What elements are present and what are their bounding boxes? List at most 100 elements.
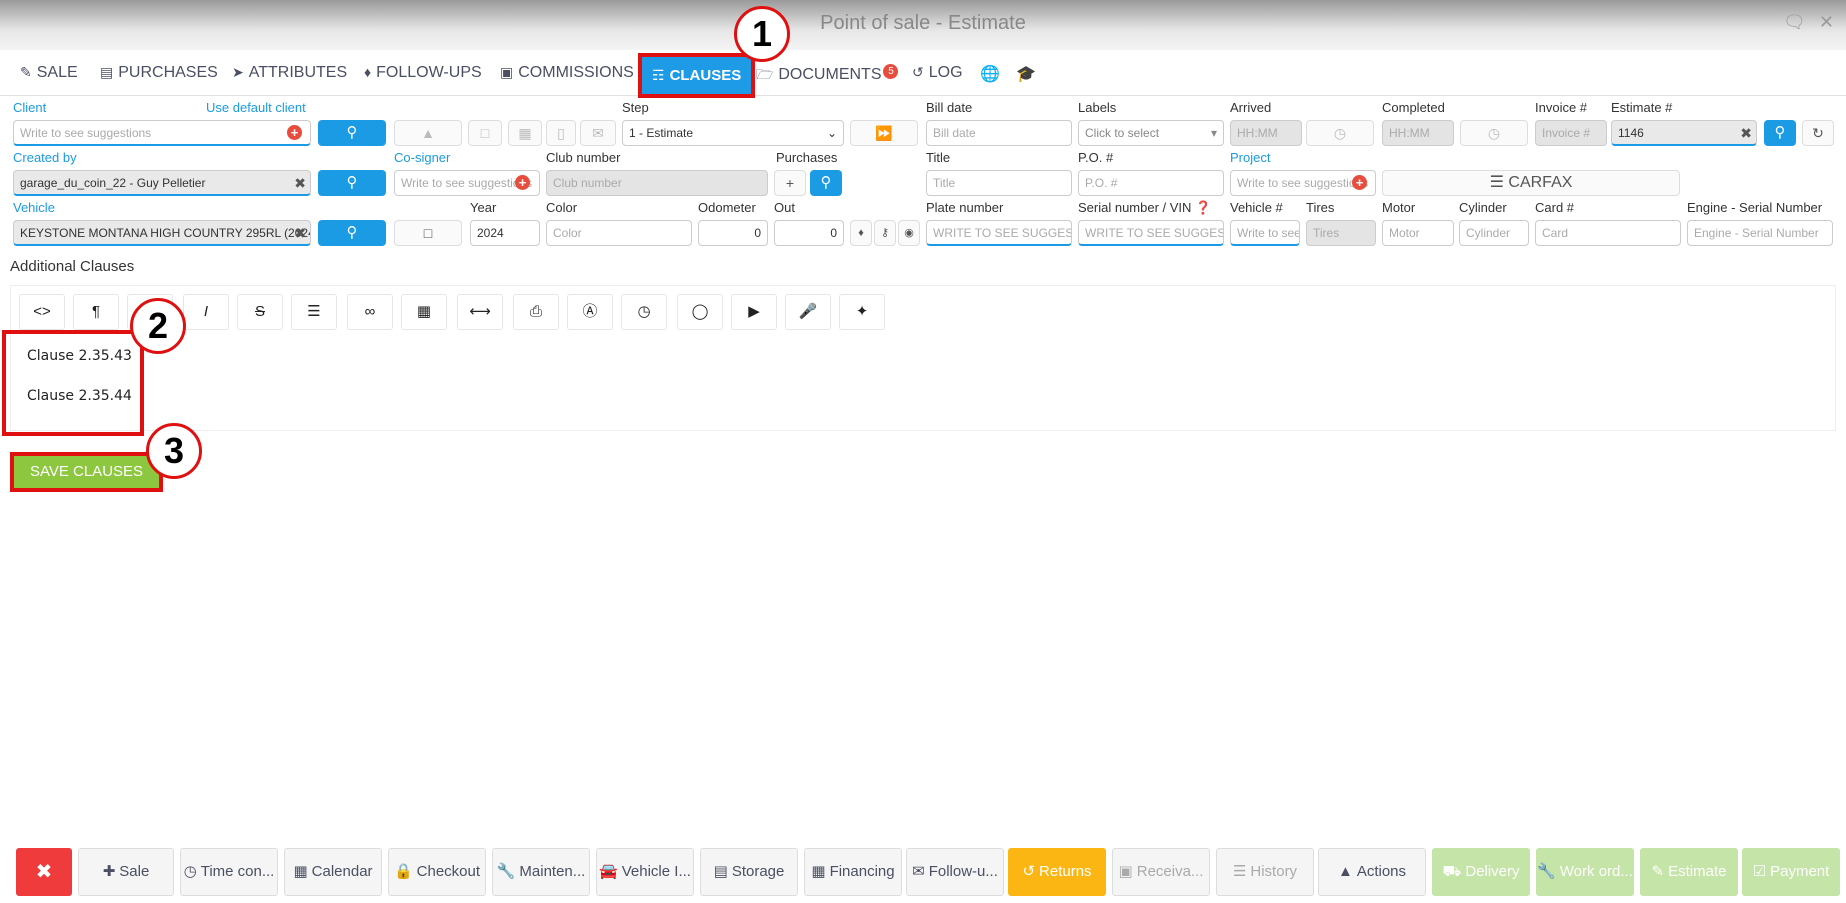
calendar-button[interactable]: ▦ Calendar	[284, 848, 382, 896]
payment-button[interactable]: ☑ Payment	[1742, 848, 1840, 896]
play-icon[interactable]: ▶	[731, 294, 777, 330]
arrived-input[interactable]: HH:MM	[1230, 120, 1302, 146]
step-select[interactable]: 1 - Estimate ⌄	[622, 120, 844, 146]
chat-icon[interactable]: 🗨	[1783, 12, 1806, 32]
checkout-button[interactable]: 🔒 Checkout	[388, 848, 486, 896]
sale-button[interactable]: ✚ Sale	[78, 848, 174, 896]
clauses-editor[interactable]: <> ¶ B I S ☰ ∞ ▦ ⟷ ⎙ Ⓐ ◷ ◯ ▶ 🎤 ✦ Clause …	[10, 285, 1836, 431]
comment-icon[interactable]: ◯	[677, 294, 723, 330]
client-input[interactable]: Write to see suggestions	[13, 120, 311, 146]
print-icon[interactable]: ⎙	[513, 294, 559, 330]
tag-icon[interactable]: ♦	[850, 220, 872, 246]
storage-button[interactable]: ▤ Storage	[700, 848, 798, 896]
add-cosigner-icon[interactable]: +	[515, 175, 530, 190]
magic-icon[interactable]: ✦	[839, 294, 885, 330]
key-icon[interactable]: ⚷	[874, 220, 896, 246]
completed-input[interactable]: HH:MM	[1382, 120, 1454, 146]
vehicle-no-input[interactable]: Write to see suggestions	[1230, 220, 1300, 246]
year-input[interactable]: 2024	[470, 220, 540, 246]
client-search-button[interactable]: ⚲	[318, 120, 386, 146]
refresh-icon[interactable]: ↻	[1802, 120, 1834, 146]
motor-input[interactable]: Motor	[1382, 220, 1454, 246]
vehicle-note-icon[interactable]: □	[394, 220, 462, 246]
graduation-cap-icon[interactable]: 🎓	[1016, 64, 1036, 84]
estimate-button[interactable]: ✎ Estimate	[1640, 848, 1738, 896]
arrived-clock-icon[interactable]: ◷	[1306, 120, 1374, 146]
eye-icon[interactable]: ◉	[898, 220, 920, 246]
invoice-input[interactable]: Invoice #	[1535, 120, 1607, 146]
labels-select[interactable]: Click to select ▾	[1078, 120, 1224, 146]
vehicle-input[interactable]: KEYSTONE MONTANA HIGH COUNTRY 295RL (202…	[13, 220, 311, 246]
tab-commissions[interactable]: ▣ COMMISSIONS	[500, 64, 634, 82]
time-button[interactable]: ◷ Time con...	[180, 848, 278, 896]
paragraph-icon[interactable]: ¶	[73, 294, 119, 330]
odometer-input[interactable]: 0	[698, 220, 768, 246]
cylinder-input[interactable]: Cylinder	[1459, 220, 1529, 246]
follow-up-button[interactable]: ✉ Follow-u...	[906, 848, 1004, 896]
po-input[interactable]: P.O. #	[1078, 170, 1224, 196]
purchases-search-button[interactable]: ⚲	[810, 170, 842, 196]
list-icon[interactable]: ☰	[291, 294, 337, 330]
returns-button[interactable]: ↺ Returns	[1008, 848, 1106, 896]
next-step-button[interactable]: ⏩	[850, 120, 918, 146]
receivables-button[interactable]: ▣ Receiva...	[1112, 848, 1210, 896]
created-by-input[interactable]: garage_du_coin_22 - Guy Pelletier ✖	[13, 170, 311, 196]
card-input[interactable]: Card	[1535, 220, 1681, 246]
italic-icon[interactable]: I	[183, 294, 229, 330]
mobile-icon[interactable]: ▯	[546, 120, 576, 146]
history-button[interactable]: ☰ History	[1216, 848, 1314, 896]
created-by-search-button[interactable]: ⚲	[318, 170, 386, 196]
tab-clauses[interactable]: ☶ CLAUSES	[638, 53, 756, 98]
tab-purchases[interactable]: ▤ PURCHASES	[100, 64, 218, 82]
clear-estimate-icon[interactable]: ✖	[1740, 125, 1752, 142]
plate-input[interactable]: WRITE TO SEE SUGGESTIONS	[926, 220, 1072, 246]
calendar-icon[interactable]: ▦	[508, 120, 542, 146]
image-icon[interactable]: ▦	[401, 294, 447, 330]
road-icon[interactable]: ▲	[394, 120, 462, 146]
vehicle-search-button[interactable]: ⚲	[318, 220, 386, 246]
actions-button[interactable]: ▲ Actions	[1318, 848, 1426, 896]
vehicle-button[interactable]: 🚘 Vehicle I...	[596, 848, 694, 896]
estimate-input[interactable]: 1146 ✖	[1611, 120, 1757, 146]
tab-documents[interactable]: 🗁 DOCUMENTS 5	[756, 64, 899, 88]
club-number-input[interactable]: Club number	[546, 170, 768, 196]
work-order-button[interactable]: 🔧 Work ord...	[1536, 848, 1634, 896]
close-icon[interactable]: ✕	[1819, 12, 1834, 32]
use-default-client-link[interactable]: Use default client	[206, 100, 306, 115]
bill-date-input[interactable]: Bill date	[926, 120, 1072, 146]
title-input[interactable]: Title	[926, 170, 1072, 196]
close-button[interactable]: ✖	[16, 848, 72, 896]
financing-button[interactable]: ▦ Financing	[804, 848, 902, 896]
engine-serial-input[interactable]: Engine - Serial Number	[1687, 220, 1833, 246]
list-icon: ☰	[1232, 863, 1247, 880]
delivery-button[interactable]: ⛟ Delivery	[1432, 848, 1530, 896]
note-icon[interactable]: □	[468, 120, 502, 146]
color-input[interactable]: Color	[546, 220, 692, 246]
serial-input[interactable]: WRITE TO SEE SUGGESTIONS	[1078, 220, 1224, 246]
tab-follow-ups[interactable]: ♦ FOLLOW-UPS	[364, 64, 482, 82]
globe-icon[interactable]: 🌐	[980, 64, 1000, 84]
envelope-icon[interactable]: ✉	[580, 120, 616, 146]
estimate-search-button[interactable]: ⚲	[1764, 120, 1796, 146]
microphone-icon[interactable]: 🎤	[785, 294, 831, 330]
maintenance-button[interactable]: 🔧 Mainten...	[492, 848, 590, 896]
strikethrough-icon[interactable]: S	[237, 294, 283, 330]
tab-sale[interactable]: ✎ SALE	[20, 64, 78, 82]
text-icon[interactable]: Ⓐ	[567, 294, 613, 330]
tab-log[interactable]: ↺ LOG	[912, 64, 963, 82]
completed-clock-icon[interactable]: ◷	[1460, 120, 1528, 146]
horizontal-rule-icon[interactable]: ⟷	[457, 294, 503, 330]
clear-created-by-icon[interactable]: ✖	[294, 175, 306, 192]
code-icon[interactable]: <>	[19, 294, 65, 330]
clear-vehicle-icon[interactable]: ✖	[294, 225, 306, 242]
carfax-button[interactable]: ☰ CARFAX	[1382, 170, 1680, 196]
add-project-icon[interactable]: +	[1352, 175, 1367, 190]
tires-input[interactable]: Tires	[1306, 220, 1376, 246]
help-icon[interactable]: ❓	[1195, 200, 1211, 215]
out-input[interactable]: 0	[774, 220, 844, 246]
link-icon[interactable]: ∞	[347, 294, 393, 330]
tab-attributes[interactable]: ➤ ATTRIBUTES	[232, 64, 347, 82]
clock-icon[interactable]: ◷	[621, 294, 667, 330]
add-client-icon[interactable]: +	[287, 125, 302, 140]
add-purchase-button[interactable]: +	[774, 170, 806, 196]
